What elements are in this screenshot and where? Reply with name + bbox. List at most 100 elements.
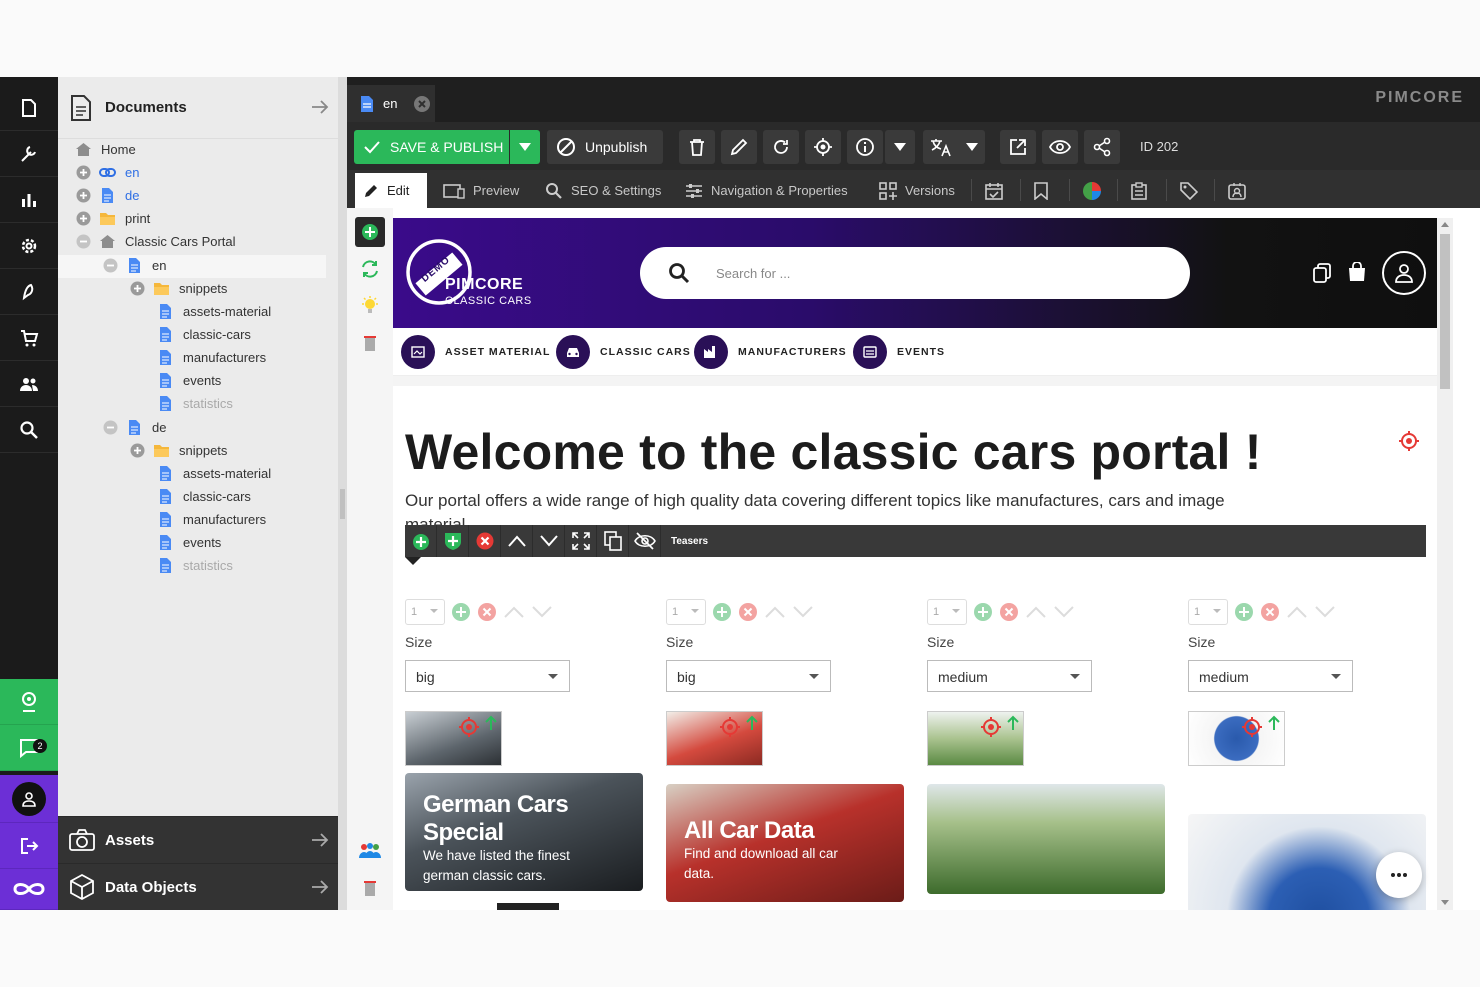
expand-plus-icon[interactable]: [76, 188, 91, 203]
teaser-index-select[interactable]: 1: [405, 599, 445, 625]
site-logo[interactable]: DEMO PIMCORE CLASSIC CARS: [405, 238, 535, 308]
share-button[interactable]: [1084, 130, 1120, 164]
tree-node[interactable]: manufacturers: [157, 346, 266, 368]
rename-button[interactable]: [721, 130, 757, 164]
tab-notes[interactable]: [1123, 173, 1155, 208]
save-publish-button[interactable]: SAVE & PUBLISH: [354, 130, 509, 164]
remove-block-icon[interactable]: [999, 602, 1019, 622]
reports-nav-icon[interactable]: [0, 177, 58, 223]
nav-manufacturers[interactable]: MANUFACTURERS: [694, 335, 847, 369]
tree-node[interactable]: de: [103, 416, 166, 438]
teaser-image-editable[interactable]: [666, 711, 763, 766]
tree-node[interactable]: Home: [75, 138, 136, 160]
remove-block-icon[interactable]: [1260, 602, 1280, 622]
scrollbar-thumb[interactable]: [1440, 234, 1450, 389]
upload-arrow-icon[interactable]: [484, 715, 498, 731]
tree-node[interactable]: classic-cars: [157, 485, 251, 507]
tab-schedule[interactable]: [977, 173, 1011, 208]
tab-en[interactable]: en: [347, 85, 435, 122]
info-dropdown[interactable]: [885, 130, 915, 164]
search-nav-icon[interactable]: [0, 407, 58, 453]
expand-plus-icon[interactable]: [76, 165, 91, 180]
collapse-minus-icon[interactable]: [76, 234, 91, 249]
teaser-image-editable[interactable]: [927, 711, 1024, 766]
move-block-down-icon[interactable]: [1053, 605, 1075, 619]
users-nav-icon[interactable]: [0, 361, 58, 407]
tree-node[interactable]: en: [103, 254, 166, 276]
move-block-down-icon[interactable]: [1314, 605, 1336, 619]
guide-icon[interactable]: [0, 679, 58, 725]
teaser-index-select[interactable]: 1: [1188, 599, 1228, 625]
upload-arrow-icon[interactable]: [1006, 715, 1020, 731]
teaser-image-editable[interactable]: [405, 711, 502, 766]
remove-block-icon[interactable]: [738, 602, 758, 622]
target-icon[interactable]: [1241, 716, 1263, 738]
add-block-icon[interactable]: [451, 602, 471, 622]
settings-nav-icon[interactable]: [0, 223, 58, 269]
notifications-icon[interactable]: 2: [0, 725, 58, 771]
trash-bin-button[interactable]: [355, 873, 385, 903]
tree-node[interactable]: snippets: [130, 277, 227, 299]
tree-node[interactable]: events: [157, 531, 221, 553]
nav-asset-material[interactable]: ASSET MATERIAL: [401, 335, 550, 369]
size-select[interactable]: big: [405, 660, 570, 692]
move-block-down-icon[interactable]: [531, 605, 553, 619]
tab-versions[interactable]: Versions: [871, 173, 963, 208]
teaser-card[interactable]: All Car Data Find and download all car da…: [666, 784, 904, 902]
upload-arrow-icon[interactable]: [1267, 715, 1281, 731]
size-select[interactable]: medium: [927, 660, 1092, 692]
move-down-button[interactable]: [533, 525, 565, 557]
expand-plus-icon[interactable]: [76, 211, 91, 226]
more-actions-button[interactable]: [1376, 852, 1422, 898]
add-block-icon[interactable]: [712, 602, 732, 622]
tab-preview[interactable]: Preview: [435, 173, 527, 208]
target-icon[interactable]: [458, 716, 480, 738]
panel-splitter[interactable]: [338, 77, 347, 910]
site-search-input[interactable]: Search for ...: [640, 247, 1190, 299]
tools-nav-icon[interactable]: [0, 131, 58, 177]
expand-plus-icon[interactable]: [130, 281, 145, 296]
pimcore-logo-icon[interactable]: [0, 869, 58, 910]
editor-scrollbar[interactable]: [1437, 218, 1453, 910]
tree-node[interactable]: events: [157, 369, 221, 391]
tab-tags[interactable]: [1172, 173, 1206, 208]
translation-button[interactable]: [923, 130, 985, 164]
locate-in-tree-button[interactable]: [805, 130, 841, 164]
unpublish-button[interactable]: Unpublish: [547, 130, 663, 164]
teaser-card[interactable]: [927, 784, 1165, 894]
add-area-button[interactable]: [355, 217, 385, 247]
nav-events[interactable]: EVENTS: [853, 335, 945, 369]
profile-avatar[interactable]: [0, 775, 58, 823]
collapse-minus-icon[interactable]: [103, 258, 118, 273]
move-block-up-icon[interactable]: [503, 605, 525, 619]
reload-button[interactable]: [763, 130, 799, 164]
clear-cache-button[interactable]: [355, 328, 385, 358]
move-block-up-icon[interactable]: [1025, 605, 1047, 619]
size-select[interactable]: big: [666, 660, 831, 692]
tab-workflow[interactable]: [1220, 173, 1254, 208]
compare-icon[interactable]: [1313, 263, 1331, 283]
target-icon[interactable]: [980, 716, 1002, 738]
delete-button[interactable]: [679, 130, 715, 164]
tree-node[interactable]: classic-cars: [157, 323, 251, 345]
ecommerce-cart-icon[interactable]: [0, 315, 58, 361]
move-block-up-icon[interactable]: [764, 605, 786, 619]
teaser-index-select[interactable]: 1: [666, 599, 706, 625]
users-editing-button[interactable]: [355, 836, 385, 866]
add-above-button[interactable]: [405, 525, 437, 557]
data-objects-accordion[interactable]: Data Objects: [58, 863, 338, 910]
upload-arrow-icon[interactable]: [745, 715, 759, 731]
teaser-image-editable[interactable]: [1188, 711, 1285, 766]
tree-node[interactable]: snippets: [130, 439, 227, 461]
shopping-bag-icon[interactable]: [1348, 262, 1366, 282]
save-options-dropdown[interactable]: [510, 130, 540, 164]
tab-bookmark[interactable]: [1026, 173, 1056, 208]
target-marker-icon[interactable]: [1398, 430, 1420, 452]
expand-plus-icon[interactable]: [130, 443, 145, 458]
tree-node[interactable]: manufacturers: [157, 508, 266, 530]
tree-node[interactable]: en: [76, 161, 139, 183]
assets-accordion[interactable]: Assets: [58, 816, 338, 863]
target-icon[interactable]: [719, 716, 741, 738]
preview-button[interactable]: [1042, 130, 1078, 164]
tab-navigation-properties[interactable]: Navigation & Properties: [677, 173, 856, 208]
